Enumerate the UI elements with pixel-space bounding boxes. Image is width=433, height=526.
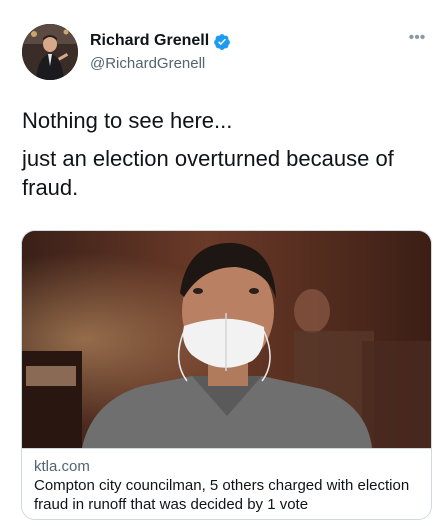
link-preview-card[interactable]: ktla.com Compton city councilman, 5 othe… bbox=[21, 230, 432, 520]
tweet-text: Nothing to see here... just an election … bbox=[22, 106, 422, 211]
tweet-text-line-1: Nothing to see here... bbox=[22, 108, 233, 133]
avatar-image bbox=[22, 24, 78, 80]
tweet-text-line-2: just an election overturned because of f… bbox=[22, 146, 394, 200]
card-title: Compton city councilman, 5 others charge… bbox=[34, 477, 410, 513]
card-photo bbox=[22, 231, 431, 448]
avatar[interactable] bbox=[22, 24, 78, 80]
card-domain: ktla.com bbox=[34, 458, 90, 475]
verified-badge-icon bbox=[214, 34, 230, 50]
author-handle[interactable]: @RichardGrenell bbox=[90, 55, 205, 72]
author-name[interactable]: Richard Grenell bbox=[90, 32, 209, 50]
card-image bbox=[22, 231, 431, 448]
card-meta: ktla.com Compton city councilman, 5 othe… bbox=[22, 448, 431, 519]
more-options-icon[interactable]: ••• bbox=[406, 30, 428, 48]
tweet: Richard Grenell @RichardGrenell ••• Noth… bbox=[0, 0, 433, 526]
